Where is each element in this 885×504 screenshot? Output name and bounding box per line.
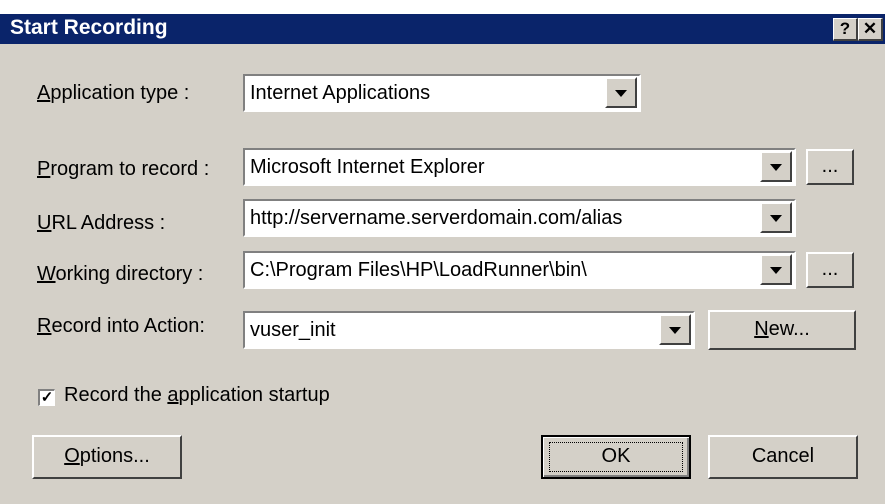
url-address-label: URL Address : xyxy=(37,212,166,234)
options-button[interactable]: Options... xyxy=(32,435,182,479)
working-directory-combo[interactable]: C:\Program Files\HP\LoadRunner\bin\ xyxy=(243,251,796,289)
help-button[interactable]: ? xyxy=(833,18,858,41)
application-type-value: Internet Applications xyxy=(250,82,431,104)
url-address-dropdown-arrow[interactable] xyxy=(760,202,792,233)
top-caption-strip xyxy=(0,0,885,14)
url-address-combo[interactable]: http://servername.serverdomain.com/alias xyxy=(243,199,796,237)
program-to-record-label: Program to record : xyxy=(37,158,210,180)
application-type-label: Application type : xyxy=(37,82,190,104)
program-to-record-dropdown-arrow[interactable] xyxy=(760,151,792,182)
focus-rectangle xyxy=(549,442,683,472)
record-into-action-select[interactable]: vuser_init xyxy=(243,311,695,349)
application-type-dropdown-arrow[interactable] xyxy=(605,77,637,108)
dialog-title: Start Recording xyxy=(10,16,168,39)
record-startup-label[interactable]: Record the application startup xyxy=(64,384,330,407)
close-button[interactable]: ✕ xyxy=(858,18,883,41)
checkmark-icon: ✓ xyxy=(40,389,54,406)
working-directory-dropdown-arrow[interactable] xyxy=(760,254,792,285)
working-directory-value: C:\Program Files\HP\LoadRunner\bin\ xyxy=(250,259,587,281)
application-type-select[interactable]: Internet Applications xyxy=(243,74,641,112)
new-action-button[interactable]: New... xyxy=(708,310,856,350)
program-to-record-combo[interactable]: Microsoft Internet Explorer xyxy=(243,148,796,186)
program-browse-button[interactable]: ... xyxy=(806,149,854,185)
working-directory-browse-button[interactable]: ... xyxy=(806,252,854,288)
url-address-value: http://servername.serverdomain.com/alias xyxy=(250,207,623,229)
ok-button[interactable]: OK xyxy=(541,435,691,479)
cancel-button[interactable]: Cancel xyxy=(708,435,858,479)
program-to-record-value: Microsoft Internet Explorer xyxy=(250,156,485,178)
record-startup-checkbox[interactable]: ✓ xyxy=(38,389,55,406)
record-into-action-label: Record into Action: xyxy=(37,315,205,337)
close-icon: ✕ xyxy=(862,19,878,38)
working-directory-label: Working directory : xyxy=(37,263,204,285)
record-into-action-dropdown-arrow[interactable] xyxy=(659,314,691,345)
record-into-action-value: vuser_init xyxy=(250,319,336,341)
